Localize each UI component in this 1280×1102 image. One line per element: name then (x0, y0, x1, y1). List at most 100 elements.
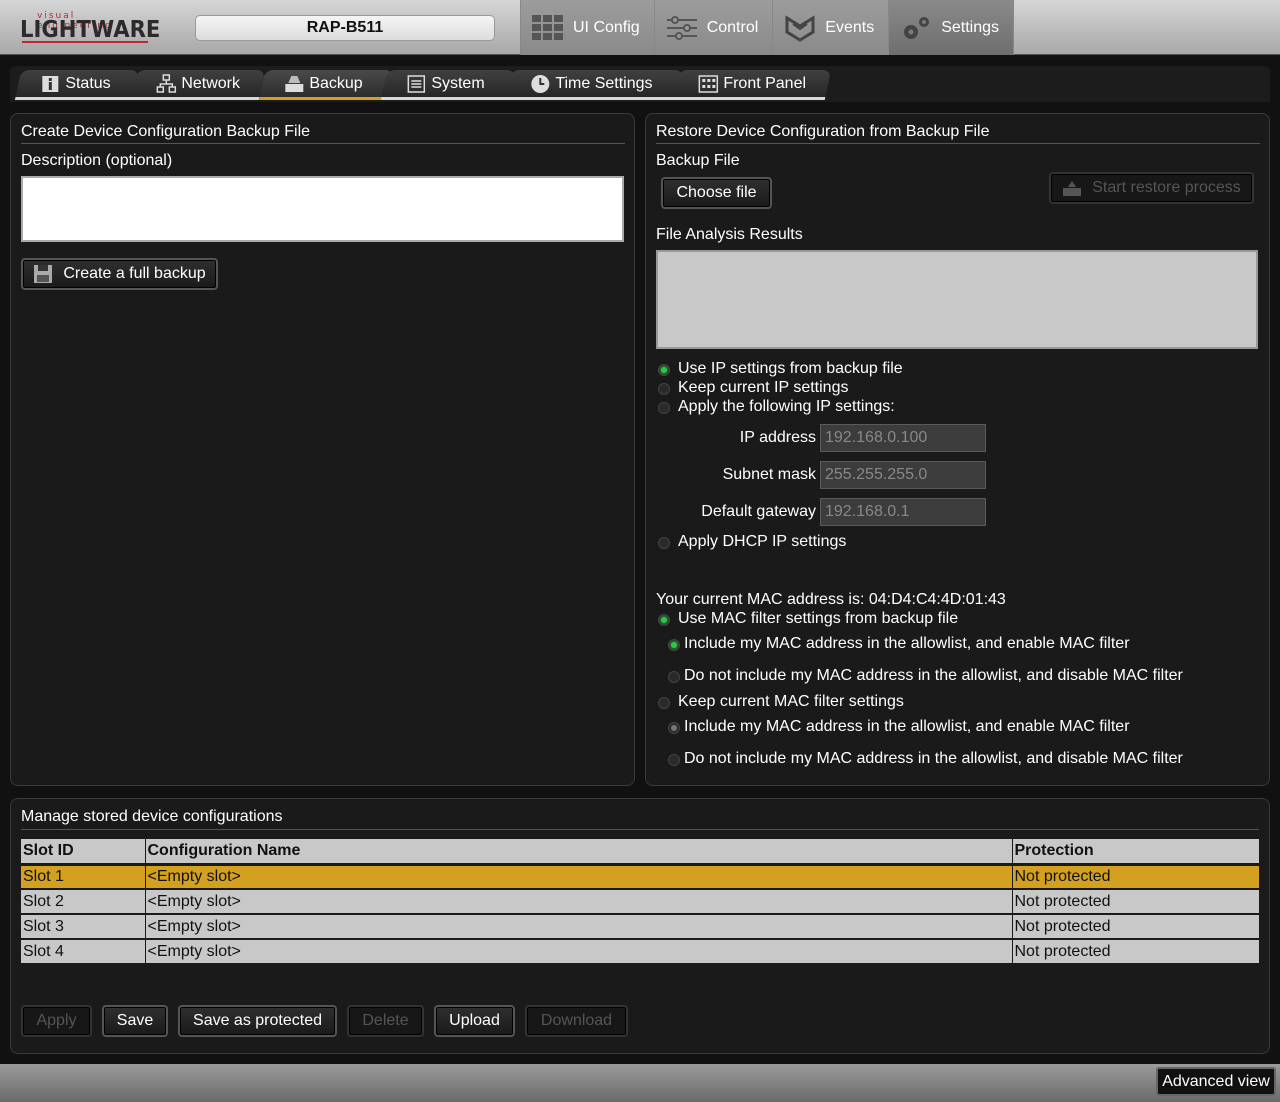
radio-label: Do not include my MAC address in the all… (684, 750, 1183, 767)
logo-underline (22, 41, 148, 43)
radio-label: Use MAC filter settings from backup file (678, 610, 959, 627)
radio-label: Apply the following IP settings: (678, 398, 895, 415)
info-icon (40, 74, 60, 94)
button-label: Create a full backup (63, 265, 206, 282)
column-header: Configuration Name (145, 839, 1013, 866)
radio-apply-following-ip[interactable] (658, 402, 670, 414)
table-cell: Slot 2 (21, 889, 146, 915)
config-table: Slot ID Configuration Name Protection Sl… (21, 839, 1259, 965)
table-row[interactable]: Slot 3 <Empty slot> Not protected (21, 914, 1259, 940)
radio-label: Apply DHCP IP settings (678, 533, 847, 550)
table-row[interactable]: Slot 1 <Empty slot> Not protected (21, 864, 1259, 890)
top-nav-control[interactable]: Control (653, 0, 773, 55)
tab-label: Status (65, 74, 111, 92)
top-nav-ui-config[interactable]: UI Config (520, 0, 654, 55)
create-full-backup-button[interactable]: Create a full backup (21, 258, 218, 290)
tab-backup[interactable]: Backup (258, 70, 394, 100)
default-gateway-label: Default gateway (701, 503, 816, 520)
radio-use-mac-backup[interactable] (658, 614, 670, 626)
ip-address-input[interactable]: 192.168.0.100 (820, 424, 986, 452)
apply-button[interactable]: Apply (21, 1005, 92, 1037)
lightware-logo: visual engineering LIGHTWARE (20, 11, 160, 43)
divider (656, 143, 1260, 144)
table-cell: <Empty slot> (145, 889, 1013, 915)
divider (21, 143, 625, 144)
tab-time-settings[interactable]: Time Settings (504, 70, 684, 100)
choose-file-button[interactable]: Choose file (661, 177, 772, 209)
top-nav-label: Control (706, 18, 759, 36)
network-icon (156, 73, 177, 94)
table-cell: <Empty slot> (145, 864, 1013, 890)
table-cell: Not protected (1012, 889, 1259, 915)
tab-status[interactable]: Status (14, 70, 140, 100)
table-cell: Not protected (1012, 864, 1259, 890)
download-button[interactable]: Download (525, 1005, 628, 1037)
tab-network[interactable]: Network (130, 70, 266, 100)
file-analysis-results (656, 250, 1258, 349)
radio-label: Include my MAC address in the allowlist,… (684, 718, 1130, 735)
backup-file-label: Backup File (656, 152, 740, 169)
radio-include-mac-1[interactable] (668, 639, 680, 651)
restore-title: Restore Device Configuration from Backup… (656, 123, 990, 140)
logo-name: LIGHTWARE (20, 17, 161, 43)
table-cell: Slot 4 (21, 939, 146, 965)
table-cell: Not protected (1012, 914, 1259, 940)
tab-front-panel[interactable]: Front Panel (672, 70, 832, 100)
subnet-mask-input[interactable]: 255.255.255.0 (820, 461, 986, 489)
table-cell: <Empty slot> (145, 914, 1013, 940)
radio-apply-dhcp[interactable] (658, 537, 670, 549)
top-nav-events[interactable]: Events (772, 0, 889, 55)
top-nav-settings[interactable]: Settings (888, 0, 1015, 55)
table-cell: Not protected (1012, 939, 1259, 965)
table-cell: Slot 3 (21, 914, 146, 940)
create-backup-title: Create Device Configuration Backup File (21, 123, 311, 140)
top-nav-label: UI Config (573, 18, 640, 36)
top-nav: UI Config Control Events Settings (520, 0, 1015, 55)
column-header: Slot ID (21, 839, 146, 866)
radio-exclude-mac-1[interactable] (668, 671, 680, 683)
table-row[interactable]: Slot 4 <Empty slot> Not protected (21, 939, 1259, 965)
divider (21, 829, 1259, 830)
mac-address-text: Your current MAC address is: 04:D4:C4:4D… (656, 591, 1006, 608)
default-gateway-input[interactable]: 192.168.0.1 (820, 498, 986, 526)
save-as-protected-button[interactable]: Save as protected (178, 1005, 337, 1037)
backup-icon (284, 74, 304, 94)
radio-label: Do not include my MAC address in the all… (684, 667, 1183, 684)
tab-label: Time Settings (555, 74, 653, 92)
delete-button[interactable]: Delete (347, 1005, 424, 1037)
table-header-row: Slot ID Configuration Name Protection (21, 839, 1259, 866)
radio-keep-current-ip[interactable] (658, 383, 670, 395)
top-nav-label: Settings (941, 18, 1000, 36)
description-textarea[interactable] (21, 176, 624, 242)
tab-label: Network (181, 74, 241, 92)
manage-configs-title: Manage stored device configurations (21, 808, 283, 825)
radio-keep-current-mac[interactable] (658, 697, 670, 709)
start-restore-button[interactable]: Start restore process (1049, 172, 1254, 204)
button-label: Start restore process (1092, 179, 1241, 196)
bottom-bar (0, 1064, 1280, 1102)
clock-icon (530, 74, 550, 94)
radio-label: Include my MAC address in the allowlist,… (684, 635, 1130, 652)
radio-include-mac-2[interactable] (668, 722, 680, 734)
upload-button[interactable]: Upload (434, 1005, 515, 1037)
radio-label: Keep current IP settings (678, 379, 849, 396)
radio-use-ip-backup[interactable] (658, 364, 670, 376)
table-cell: <Empty slot> (145, 939, 1013, 965)
tab-system[interactable]: System (380, 70, 516, 100)
tab-label: Front Panel (723, 74, 807, 92)
top-nav-label: Events (825, 18, 875, 36)
file-analysis-label: File Analysis Results (656, 226, 803, 243)
top-bar: visual engineering LIGHTWARE RAP-B511 UI… (0, 0, 1280, 55)
advanced-view-button[interactable]: Advanced view (1156, 1067, 1276, 1096)
floppy-icon (34, 265, 53, 283)
save-button[interactable]: Save (102, 1005, 168, 1037)
tab-label: System (431, 74, 485, 92)
device-name: RAP-B511 (195, 15, 495, 41)
table-row[interactable]: Slot 2 <Empty slot> Not protected (21, 889, 1259, 915)
radio-label: Keep current MAC filter settings (678, 693, 904, 710)
radio-exclude-mac-2[interactable] (668, 754, 680, 766)
gears-icon (899, 14, 933, 42)
events-icon (783, 14, 817, 42)
subnet-mask-label: Subnet mask (722, 466, 816, 483)
column-header: Protection (1012, 839, 1259, 866)
